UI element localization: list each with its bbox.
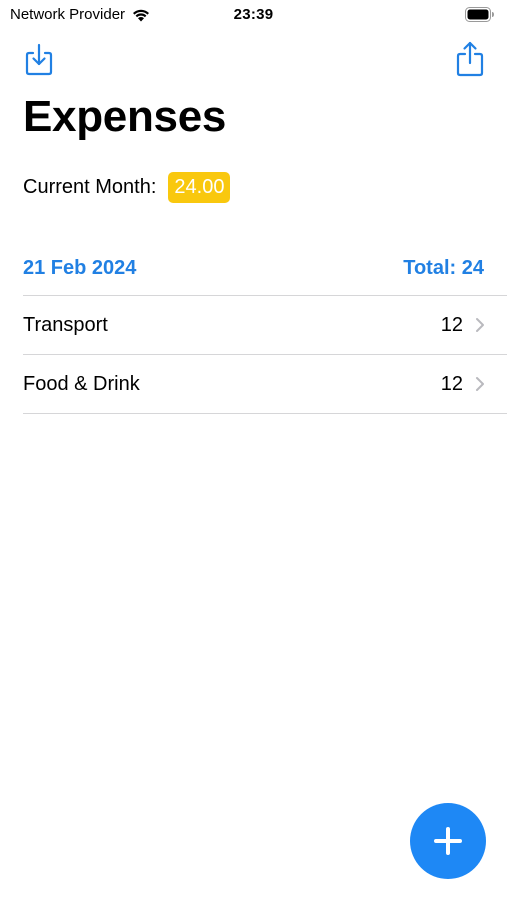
expense-list: Transport 12 Food & Drink 12	[23, 295, 507, 414]
current-month-row: Current Month: 24.00	[23, 172, 231, 203]
status-bar: Network Provider 23:39	[0, 0, 507, 30]
chevron-right-icon	[476, 377, 484, 391]
list-item-label: Transport	[23, 313, 108, 336]
list-item-amount: 12	[440, 313, 463, 336]
clock: 23:39	[233, 6, 274, 23]
share-icon	[456, 41, 484, 77]
list-item-amount: 12	[440, 372, 463, 395]
import-button[interactable]	[22, 40, 56, 78]
list-item-right: 12	[441, 314, 485, 337]
section-total: Total: 24	[403, 257, 484, 279]
battery-icon	[465, 7, 494, 22]
section-header: 21 Feb 2024 Total: 24	[23, 257, 484, 280]
list-item-label: Food & Drink	[23, 372, 140, 395]
current-month-badge: 24.00	[168, 172, 231, 203]
list-item-transport[interactable]: Transport 12	[23, 295, 507, 354]
current-month-label: Current Month:	[23, 176, 157, 198]
section-date: 21 Feb 2024	[23, 257, 137, 279]
list-item-right: 12	[441, 373, 485, 396]
share-button[interactable]	[453, 40, 487, 78]
tray-arrow-down-icon	[25, 43, 53, 76]
list-item-food-drink[interactable]: Food & Drink 12	[23, 354, 507, 414]
chevron-right-icon	[476, 318, 484, 332]
add-expense-button[interactable]	[410, 803, 486, 879]
page-title: Expenses	[23, 92, 227, 141]
plus-icon	[434, 827, 462, 855]
